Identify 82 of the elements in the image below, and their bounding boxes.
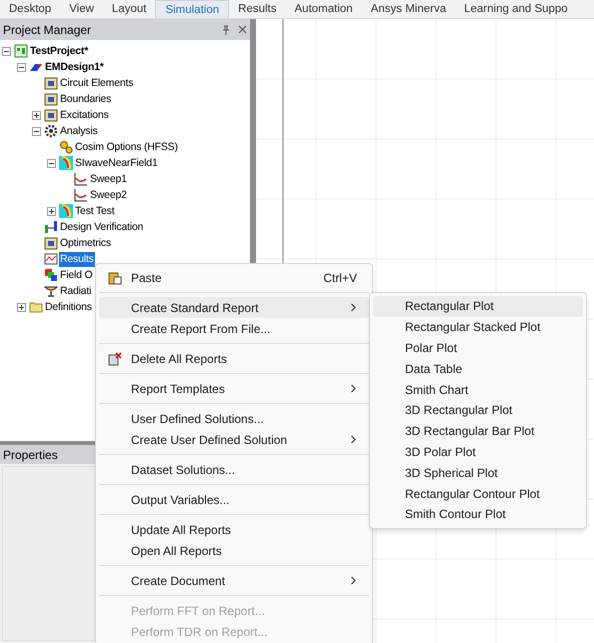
tree-item[interactable]: Sweep2 — [89, 188, 128, 202]
chevron-right-icon — [350, 384, 357, 393]
field-plot-icon — [59, 156, 73, 170]
menu-item[interactable]: Delete All Reports — [99, 348, 369, 369]
results-icon — [44, 252, 58, 266]
overlay-icon — [44, 268, 58, 282]
tree-item[interactable]: Cosim Options (HFSS) — [74, 140, 179, 154]
menu-item[interactable]: Open All Reports — [99, 540, 369, 561]
menu-item[interactable]: Rectangular Contour Plot — [373, 483, 583, 504]
folder-icon — [44, 92, 58, 106]
ribbon-tab[interactable]: View — [60, 0, 103, 18]
menu-item[interactable]: Rectangular Plot — [373, 296, 583, 317]
folder-icon — [44, 236, 58, 250]
collapse-toggle[interactable] — [2, 46, 11, 56]
tree-item[interactable]: Design Verification — [59, 220, 144, 234]
clipboard-icon — [108, 270, 122, 284]
tree-item[interactable]: Excitations — [59, 108, 110, 122]
menu-item[interactable]: Update All Reports — [99, 519, 369, 540]
tree-item[interactable]: Results — [59, 252, 95, 266]
ribbon-tab[interactable]: Simulation — [155, 0, 230, 18]
tree-item[interactable]: Radiati — [59, 284, 92, 298]
chevron-right-icon — [350, 303, 357, 312]
folder-icon — [44, 108, 58, 122]
gears-icon — [59, 140, 73, 154]
folder-icon — [29, 300, 43, 314]
tree-item[interactable]: TestProject* — [29, 44, 90, 58]
radiation-icon — [44, 284, 58, 298]
menu-item[interactable]: Create Document — [99, 570, 369, 591]
panel-title: Properties — [3, 446, 58, 464]
folder-icon — [44, 76, 58, 90]
menu-item[interactable]: Data Table — [373, 358, 583, 380]
collapse-toggle[interactable] — [32, 126, 41, 136]
menu-item[interactable]: User Defined Solutions... — [99, 408, 369, 429]
menu-item[interactable]: 3D Rectangular Bar Plot — [373, 420, 583, 442]
menu-item[interactable]: Dataset Solutions... — [99, 459, 369, 480]
tree-item[interactable]: Analysis — [59, 124, 98, 138]
chevron-right-icon — [350, 576, 357, 585]
menu-item[interactable]: Create User Defined Solution — [99, 429, 369, 450]
expand-toggle[interactable] — [32, 110, 41, 120]
expand-toggle[interactable] — [17, 302, 26, 312]
menu-item[interactable]: Create Report From File... — [99, 318, 369, 339]
tree-item[interactable]: Test Test — [74, 204, 116, 218]
tree-item[interactable]: Definitions — [44, 300, 93, 314]
tree-item[interactable]: EMDesign1* — [44, 60, 105, 74]
chevron-right-icon — [350, 435, 357, 444]
tree-item[interactable]: Circuit Elements — [59, 76, 134, 90]
ribbon-tab[interactable]: Ansys Minerva — [362, 0, 456, 18]
collapse-toggle[interactable] — [47, 158, 56, 168]
verification-icon — [44, 220, 58, 234]
tree-item[interactable]: Sweep1 — [89, 172, 128, 186]
ribbon-tab[interactable]: Layout — [102, 0, 156, 18]
menu-item[interactable]: Rectangular Stacked Plot — [373, 316, 583, 338]
menu-item[interactable]: Output Variables... — [99, 489, 369, 510]
tree-item[interactable]: Optimetrics — [59, 236, 112, 250]
shortcut-label: Ctrl+V — [323, 270, 357, 286]
project-icon — [14, 44, 28, 58]
ribbon-tab[interactable]: Results — [229, 0, 286, 18]
menu-item[interactable]: Smith Contour Plot — [373, 504, 583, 525]
sweep-icon — [74, 172, 88, 186]
tree-item[interactable]: Boundaries — [59, 92, 112, 106]
pin-icon[interactable] — [222, 24, 230, 34]
field-plot-icon — [59, 204, 73, 218]
sweep-icon — [74, 188, 88, 202]
ribbon-tab[interactable]: Learning and Suppo — [455, 0, 577, 18]
delete-icon — [108, 352, 122, 366]
menu-item[interactable]: 3D Spherical Plot — [373, 462, 583, 484]
ribbon-tab[interactable]: Desktop — [0, 0, 60, 18]
gear-icon — [44, 124, 58, 138]
menu-item[interactable]: Smith Chart — [373, 379, 583, 400]
close-icon[interactable] — [238, 25, 247, 34]
menu-item[interactable]: Report Templates — [99, 378, 369, 399]
tree-item[interactable]: Field O — [59, 268, 94, 282]
collapse-toggle[interactable] — [17, 62, 26, 72]
tree-item[interactable]: SIwaveNearField1 — [74, 156, 159, 170]
panel-title: Project Manager — [3, 22, 92, 38]
menu-item[interactable]: Paste Ctrl+V — [99, 267, 369, 288]
menu-item[interactable]: 3D Rectangular Plot — [373, 400, 583, 421]
ribbon-tab[interactable]: Automation — [286, 0, 362, 18]
menu-item[interactable]: Create Standard Report — [99, 297, 369, 318]
menu-item[interactable]: 3D Polar Plot — [373, 442, 583, 462]
menu-item[interactable]: Polar Plot — [373, 338, 583, 358]
expand-toggle[interactable] — [47, 206, 56, 216]
